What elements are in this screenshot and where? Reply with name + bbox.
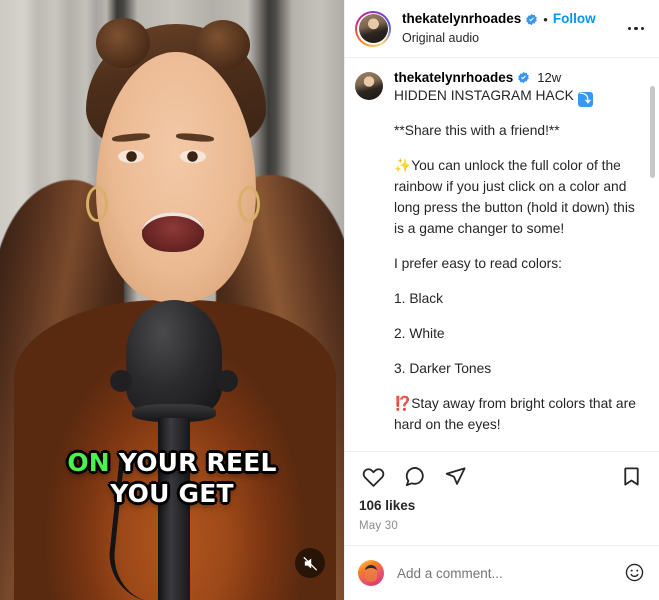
share-icon[interactable] <box>440 461 470 491</box>
bookmark-icon[interactable] <box>616 461 646 491</box>
post-header: thekatelynrhoades • Follow Original audi… <box>345 0 659 58</box>
instagram-post: ON YOUR REEL YOU GET thekatelynrhoades •… <box>0 0 659 600</box>
caption-paragraph-4: 1. Black <box>394 290 444 306</box>
caption-paragraph-1: **Share this with a friend!** <box>394 123 560 138</box>
caption-paragraph-7: ⁉️Stay away from bright colors that are … <box>394 395 636 432</box>
video-burned-caption: ON YOUR REEL YOU GET <box>0 448 344 509</box>
caption-paragraph-2: ✨You can unlock the full color of the ra… <box>394 157 635 236</box>
caption-author-username[interactable]: thekatelynrhoades <box>394 70 513 85</box>
caption-author-avatar[interactable] <box>355 72 383 100</box>
post-details-panel: thekatelynrhoades • Follow Original audi… <box>345 0 659 600</box>
interrobang-emoji-icon: ⁉️ <box>394 395 412 412</box>
header-text-block: thekatelynrhoades • Follow Original audi… <box>402 12 596 45</box>
heart-icon[interactable] <box>358 461 388 491</box>
header-separator: • <box>543 11 548 27</box>
comment-input[interactable] <box>397 565 624 581</box>
caption-section: thekatelynrhoades 12w HIDDEN INSTAGRAM H… <box>345 58 659 452</box>
burned-caption-highlight: ON <box>67 448 110 477</box>
profile-avatar[interactable] <box>355 10 391 47</box>
caption-scrollbar[interactable] <box>650 58 655 451</box>
post-video[interactable]: ON YOUR REEL YOU GET <box>0 0 345 600</box>
like-count[interactable]: 106 likes <box>359 498 646 513</box>
caption-scrollbar-thumb[interactable] <box>650 86 655 178</box>
more-options-icon[interactable] <box>625 18 647 40</box>
down-arrow-emoji-icon: ⤵ <box>577 92 593 107</box>
original-audio-label[interactable]: Original audio <box>402 31 596 45</box>
sparkles-emoji-icon: ✨ <box>394 157 412 174</box>
verified-badge-icon <box>518 71 530 84</box>
caption-paragraph-0: HIDDEN INSTAGRAM HACK ⤵ <box>394 88 593 107</box>
emoji-picker-icon[interactable] <box>624 562 646 584</box>
comment-icon[interactable] <box>399 461 429 491</box>
caption-paragraph-3: I prefer easy to read colors: <box>394 255 562 271</box>
current-user-avatar[interactable] <box>358 560 384 586</box>
post-actions: 106 likes May 30 <box>345 452 659 545</box>
post-date: May 30 <box>359 520 398 532</box>
burned-caption-line2: YOU GET <box>110 478 234 508</box>
caption-paragraph-5: 2. White <box>394 325 445 341</box>
add-comment-bar <box>345 545 659 600</box>
video-overlay: ON YOUR REEL YOU GET <box>0 0 344 600</box>
post-author-username[interactable]: thekatelynrhoades <box>402 12 521 26</box>
burned-caption-line1: YOUR REEL <box>118 448 277 477</box>
caption-paragraph-6: 3. Darker Tones <box>394 360 492 376</box>
caption-block: thekatelynrhoades 12w HIDDEN INSTAGRAM H… <box>355 70 641 450</box>
mute-icon[interactable] <box>295 548 325 578</box>
verified-badge-icon <box>526 13 538 25</box>
caption-scroll-content: thekatelynrhoades 12w HIDDEN INSTAGRAM H… <box>345 58 659 451</box>
caption-timestamp: 12w <box>537 70 562 85</box>
follow-button[interactable]: Follow <box>553 12 596 26</box>
